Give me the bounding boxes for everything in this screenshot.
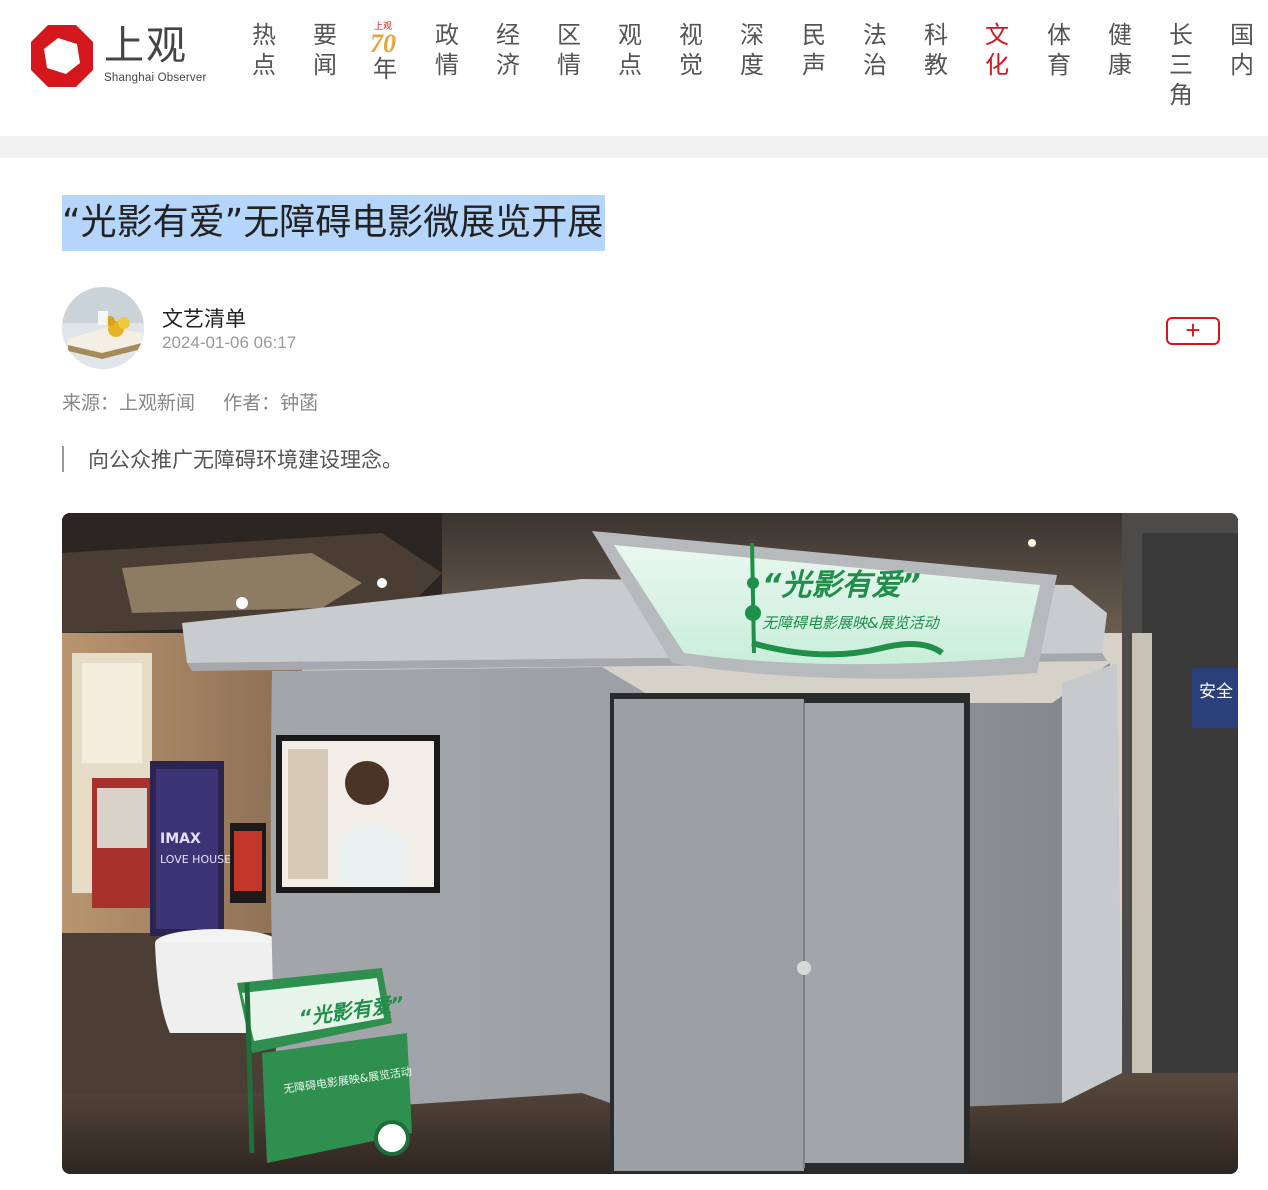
nav-item-hot[interactable]: 热点 bbox=[250, 20, 278, 80]
nav-item-economy[interactable]: 经济 bbox=[494, 20, 522, 80]
banner-subtitle: 无障碍电影展映&展览活动 bbox=[762, 614, 941, 632]
booth-photo-illustration: 安全 IMAX LOVE HOUSE “光影有爱” 无障碍电影展映&展览活动 “… bbox=[62, 513, 1238, 1174]
nav-item-yangtze-delta[interactable]: 长三角 bbox=[1167, 20, 1195, 110]
poster-text: IMAX bbox=[160, 831, 201, 847]
article-photo: 安全 IMAX LOVE HOUSE “光影有爱” 无障碍电影展映&展览活动 “… bbox=[62, 513, 1238, 1174]
article-title: “光影有爱”无障碍电影微展览开展 bbox=[62, 202, 604, 243]
svg-text:LOVE HOUSE: LOVE HOUSE bbox=[160, 853, 231, 866]
article-summary: 向公众推广无障碍环境建设理念。 bbox=[62, 446, 403, 472]
nav-item-health[interactable]: 健康 bbox=[1106, 20, 1134, 80]
nav-item-voices[interactable]: 民声 bbox=[800, 20, 828, 80]
nav-item-headlines[interactable]: 要闻 bbox=[311, 20, 339, 80]
nav-item-science-education[interactable]: 科教 bbox=[922, 20, 950, 80]
main-nav: 热点 要闻 上观 70 年 政情 经济 区情 观点 视觉 深度 民声 法治 科教… bbox=[250, 20, 1268, 120]
nav-item-domestic[interactable]: 国内 bbox=[1228, 20, 1256, 80]
title-highlight: “光影有爱”无障碍电影微展览开展 bbox=[62, 195, 606, 251]
nav-item-70-years[interactable]: 上观 70 年 bbox=[370, 22, 402, 83]
nav-70-year: 年 bbox=[373, 55, 397, 83]
publish-date: 2024-01-06 06:17 bbox=[162, 333, 297, 352]
logo-english-name: Shanghai Observer bbox=[104, 72, 207, 84]
banner-title: “光影有爱” bbox=[762, 568, 921, 603]
header-divider bbox=[0, 136, 1268, 158]
logo-mark-icon bbox=[31, 25, 93, 87]
nav-item-districts[interactable]: 区情 bbox=[555, 20, 583, 80]
nav-70-number: 70 bbox=[370, 29, 396, 58]
nav-item-culture[interactable]: 文化 bbox=[983, 20, 1011, 80]
plus-icon: + bbox=[1185, 315, 1201, 345]
nav-item-law[interactable]: 法治 bbox=[861, 20, 889, 80]
avatar-image bbox=[62, 287, 144, 369]
article-source: 来源：上观新闻 bbox=[62, 392, 196, 414]
nav-item-politics[interactable]: 政情 bbox=[433, 20, 461, 80]
nav-item-visual[interactable]: 视觉 bbox=[677, 20, 705, 80]
follow-button[interactable]: + bbox=[1166, 317, 1220, 345]
nav-item-sports[interactable]: 体育 bbox=[1045, 20, 1073, 80]
nav-item-opinion[interactable]: 观点 bbox=[616, 20, 644, 80]
article-meta: 来源：上观新闻 作者：钟菡 bbox=[62, 388, 340, 415]
wall-sign-text: 安全 bbox=[1199, 682, 1233, 702]
article-writer: 作者：钟菡 bbox=[223, 392, 319, 414]
author-avatar[interactable] bbox=[62, 287, 144, 369]
author-name[interactable]: 文艺清单 bbox=[162, 303, 246, 333]
logo-chinese-name: 上观 bbox=[104, 23, 188, 69]
nav-item-depth[interactable]: 深度 bbox=[738, 20, 766, 80]
site-logo[interactable]: 上观 Shanghai Observer bbox=[28, 22, 218, 92]
site-header: 上观 Shanghai Observer 热点 要闻 上观 70 年 政情 经济… bbox=[0, 0, 1268, 136]
